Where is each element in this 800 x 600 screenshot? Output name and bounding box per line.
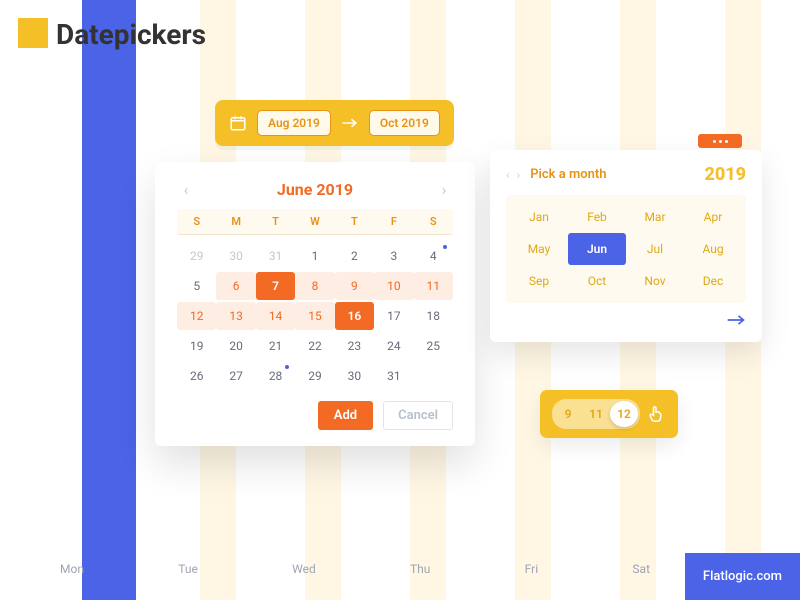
- calendar-weekday: W: [295, 215, 334, 228]
- arrow-right-icon: [341, 114, 359, 133]
- month-picker-label: Pick a month: [522, 167, 704, 182]
- calendar-day[interactable]: 13: [216, 302, 255, 330]
- calendar-weekday-row: SMTWTFS: [177, 209, 453, 235]
- month-cell[interactable]: May: [510, 233, 568, 265]
- calendar-day[interactable]: 7: [256, 272, 295, 300]
- calendar-title: June 2019: [277, 180, 353, 199]
- calendar-day[interactable]: 16: [335, 302, 374, 330]
- calendar-day[interactable]: 28: [256, 362, 295, 390]
- calendar-day[interactable]: 21: [256, 332, 295, 360]
- calendar-day[interactable]: 30: [335, 362, 374, 390]
- month-cell[interactable]: Jan: [510, 201, 568, 233]
- calendar-day[interactable]: [414, 362, 453, 390]
- calendar-day[interactable]: 26: [177, 362, 216, 390]
- month-picker-nav[interactable]: ‹ ›: [506, 168, 522, 182]
- page-title: Datepickers: [56, 18, 206, 51]
- cancel-button[interactable]: Cancel: [383, 401, 453, 430]
- calendar-day[interactable]: 11: [414, 272, 453, 300]
- calendar-day[interactable]: 31: [256, 242, 295, 270]
- month-cell[interactable]: Jun: [568, 233, 626, 265]
- month-cell[interactable]: Aug: [684, 233, 742, 265]
- calendar-day[interactable]: 30: [216, 242, 255, 270]
- calendar-next-button[interactable]: ›: [435, 180, 453, 199]
- calendar-weekday: F: [374, 215, 413, 228]
- calendar-card: ‹ June 2019 › SMTWTFS 293031123456789101…: [155, 162, 475, 446]
- calendar-day[interactable]: 29: [177, 242, 216, 270]
- time-option[interactable]: 9: [554, 401, 582, 427]
- drag-handle-icon[interactable]: [698, 134, 742, 148]
- date-range-picker[interactable]: Aug 2019 Oct 2019: [215, 100, 454, 146]
- calendar-day[interactable]: 1: [295, 242, 334, 270]
- calendar-day[interactable]: 12: [177, 302, 216, 330]
- time-toggle-track[interactable]: 91112: [552, 399, 640, 429]
- month-cell[interactable]: Jul: [626, 233, 684, 265]
- calendar-day[interactable]: 29: [295, 362, 334, 390]
- footer-day: Fri: [525, 562, 538, 576]
- month-cell[interactable]: Mar: [626, 201, 684, 233]
- calendar-day[interactable]: 25: [414, 332, 453, 360]
- arrow-right-icon[interactable]: [726, 311, 746, 330]
- month-cell[interactable]: Apr: [684, 201, 742, 233]
- calendar-weekday: S: [177, 215, 216, 228]
- footer-day: Wed: [292, 562, 316, 576]
- calendar-day[interactable]: 31: [374, 362, 413, 390]
- calendar-day[interactable]: 24: [374, 332, 413, 360]
- calendar-day[interactable]: 3: [374, 242, 413, 270]
- calendar-day[interactable]: 27: [216, 362, 255, 390]
- calendar-day[interactable]: 4: [414, 242, 453, 270]
- add-button[interactable]: Add: [318, 401, 373, 430]
- calendar-day[interactable]: 8: [295, 272, 334, 300]
- accent-square: [18, 18, 48, 48]
- calendar-day[interactable]: 22: [295, 332, 334, 360]
- calendar-weekday: T: [256, 215, 295, 228]
- calendar-grid: 2930311234567891011121314151617181920212…: [177, 241, 453, 391]
- footer-day: Sat: [632, 562, 650, 576]
- calendar-day[interactable]: 6: [216, 272, 255, 300]
- calendar-weekday: M: [216, 215, 255, 228]
- calendar-weekday: S: [414, 215, 453, 228]
- calendar-day[interactable]: 20: [216, 332, 255, 360]
- month-cell[interactable]: Oct: [568, 265, 626, 297]
- calendar-day[interactable]: 10: [374, 272, 413, 300]
- calendar-day[interactable]: 5: [177, 272, 216, 300]
- range-from-button[interactable]: Aug 2019: [257, 110, 331, 136]
- month-cell[interactable]: Sep: [510, 265, 568, 297]
- month-cell[interactable]: Feb: [568, 201, 626, 233]
- calendar-weekday: T: [335, 215, 374, 228]
- month-cell[interactable]: Nov: [626, 265, 684, 297]
- calendar-prev-button[interactable]: ‹: [177, 180, 195, 199]
- month-cell[interactable]: Dec: [684, 265, 742, 297]
- month-picker-card: ‹ › Pick a month 2019 JanFebMarApr MayJun…: [490, 150, 762, 342]
- month-picker-year[interactable]: 2019: [704, 164, 746, 185]
- calendar-day[interactable]: 18: [414, 302, 453, 330]
- calendar-day[interactable]: 2: [335, 242, 374, 270]
- time-option[interactable]: 12: [610, 401, 638, 427]
- calendar-day[interactable]: 19: [177, 332, 216, 360]
- footer-day: Tue: [178, 562, 198, 576]
- time-option[interactable]: 11: [582, 401, 610, 427]
- bg-stripe-blue: [82, 0, 136, 600]
- footer-day: Thu: [410, 562, 430, 576]
- calendar-day[interactable]: 9: [335, 272, 374, 300]
- time-toggle[interactable]: 91112: [540, 390, 678, 438]
- pointer-hand-icon: [646, 403, 666, 425]
- footer-day-labels: Mon Tue Wed Thu Fri Sat: [60, 562, 650, 576]
- month-grid: JanFebMarApr MayJunJulAug SepOctNovDec: [506, 195, 746, 303]
- calendar-day[interactable]: 17: [374, 302, 413, 330]
- brand-badge[interactable]: Flatlogic.com: [685, 553, 800, 600]
- calendar-day[interactable]: 14: [256, 302, 295, 330]
- range-to-button[interactable]: Oct 2019: [369, 110, 440, 136]
- calendar-day[interactable]: 23: [335, 332, 374, 360]
- calendar-icon: [229, 114, 247, 132]
- calendar-day[interactable]: 15: [295, 302, 334, 330]
- footer-day: Mon: [60, 562, 84, 576]
